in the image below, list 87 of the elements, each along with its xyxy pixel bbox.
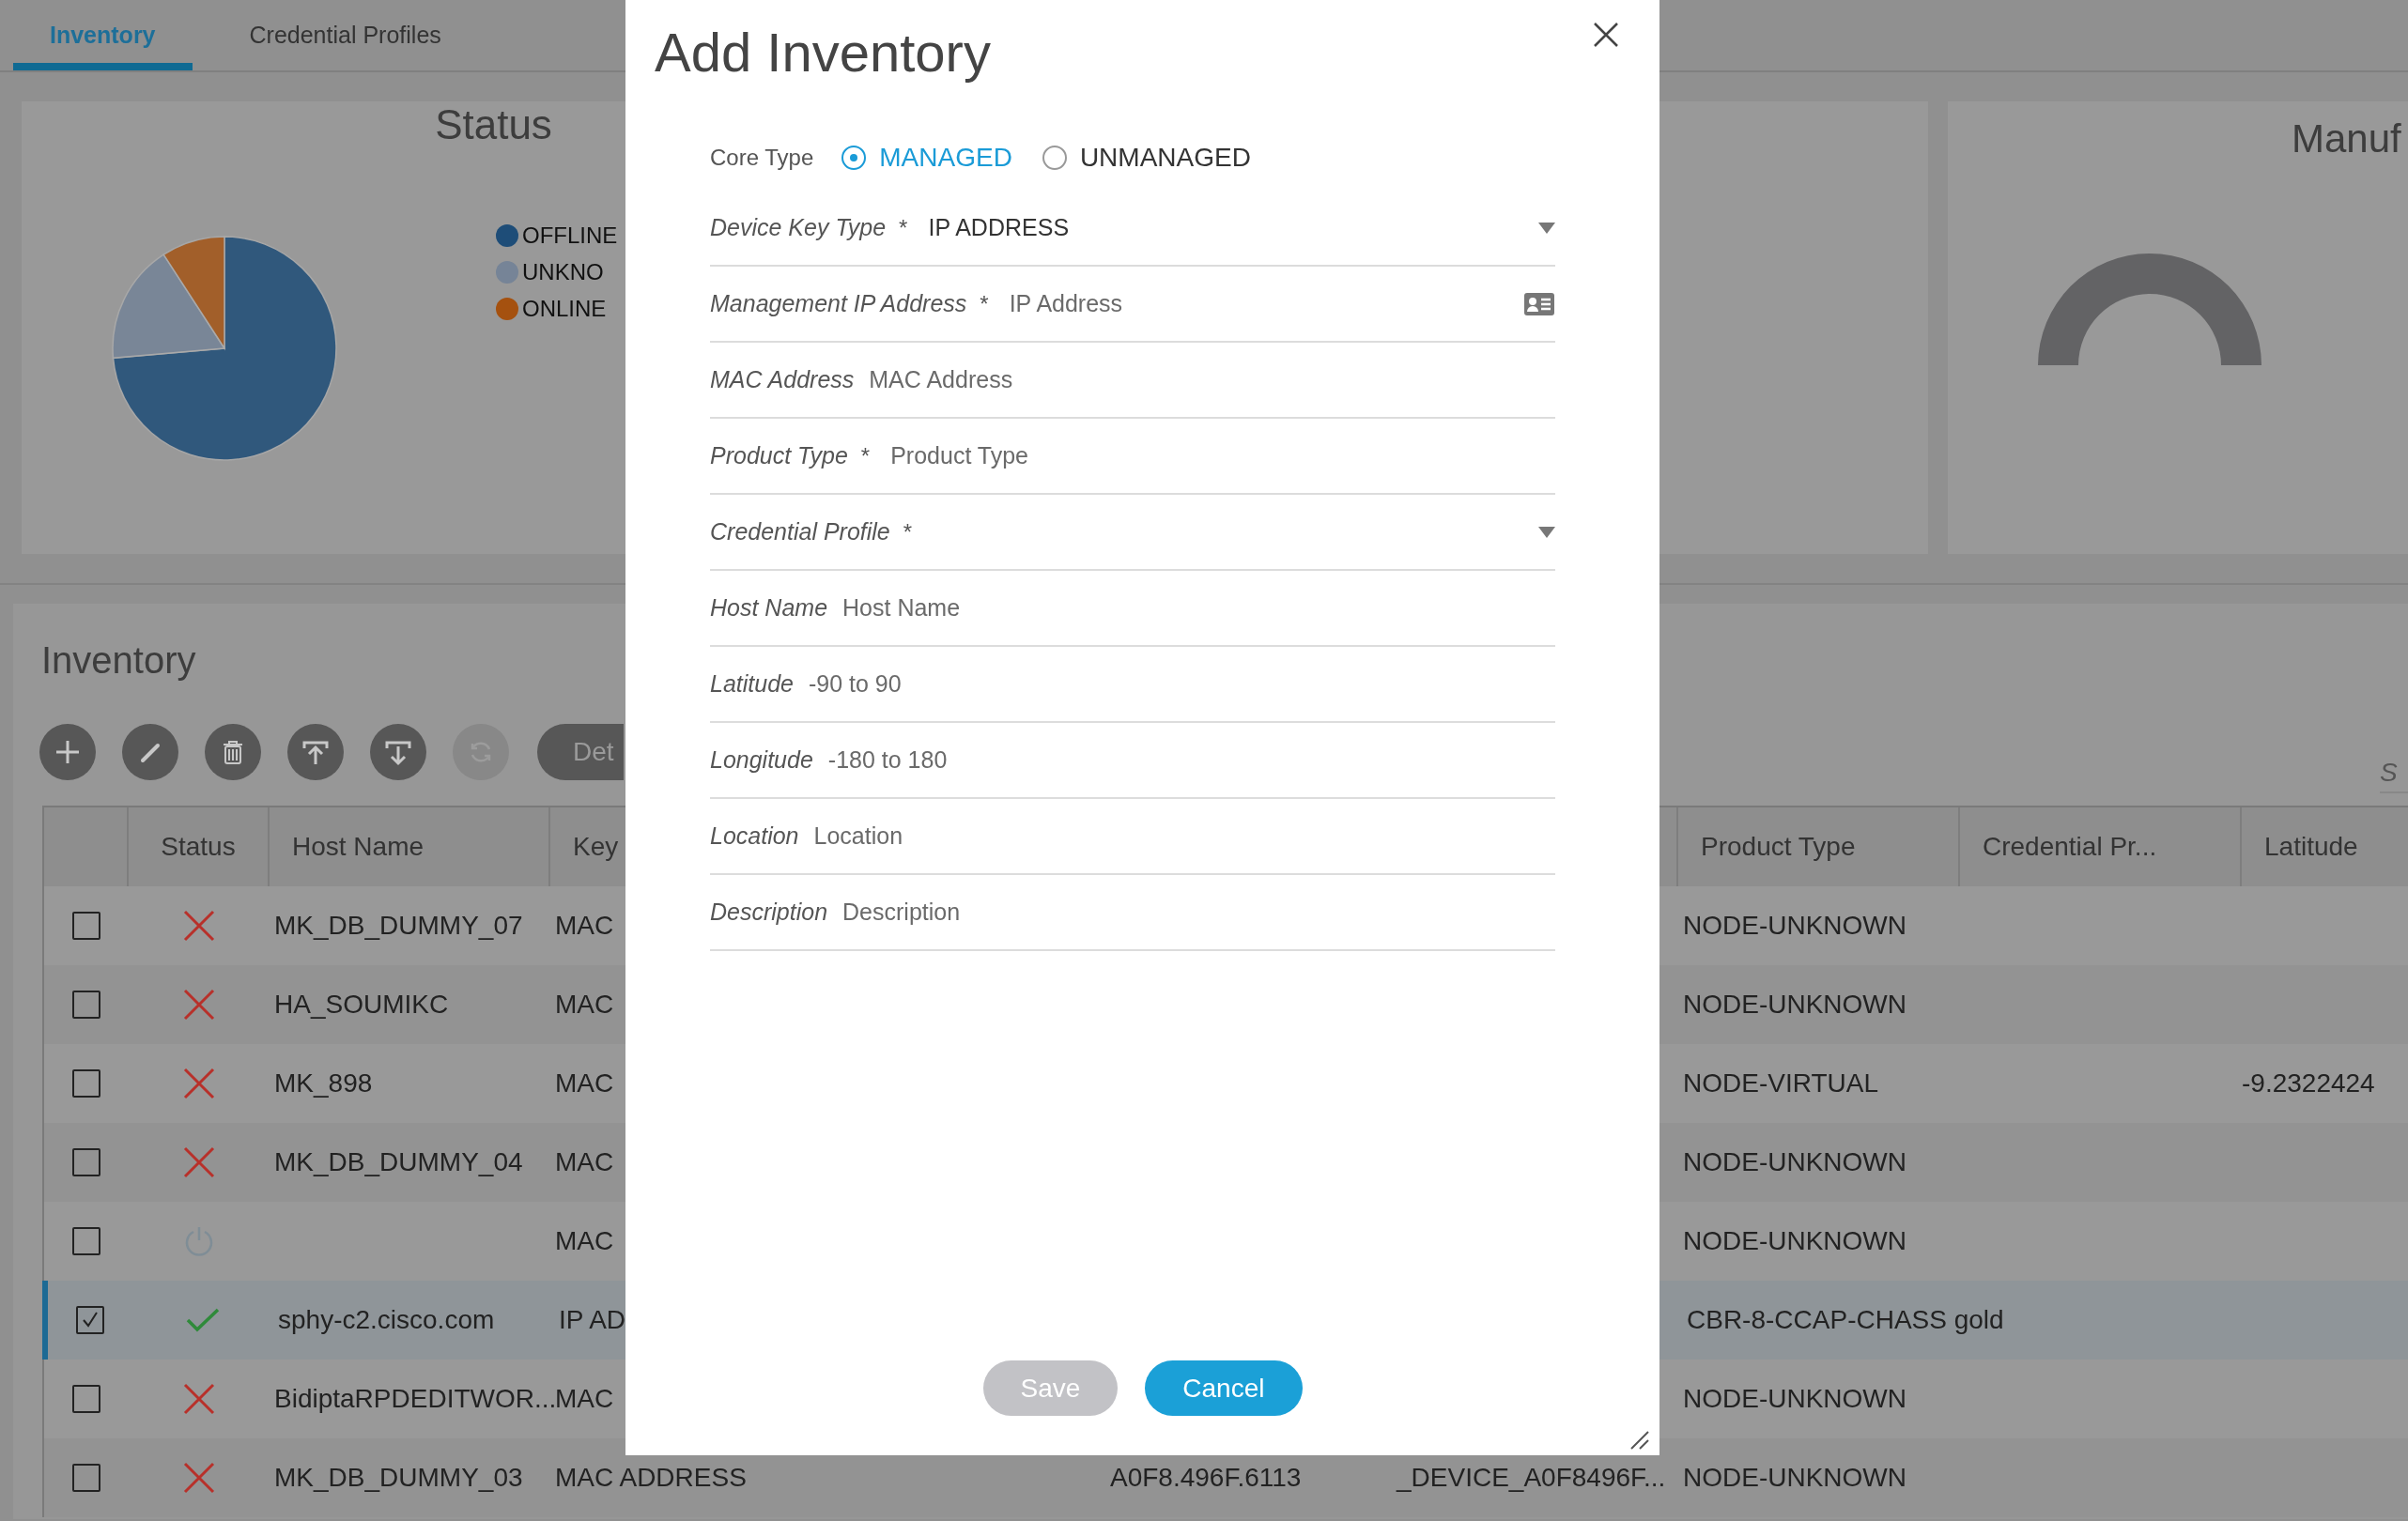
input-field[interactable]: Location bbox=[813, 822, 1555, 850]
column-header[interactable]: Product Type bbox=[1701, 832, 1856, 862]
table-cell: MAC ADDRESS bbox=[555, 1463, 747, 1493]
close-button[interactable] bbox=[1592, 21, 1620, 49]
table-cell: MAC bbox=[555, 1068, 614, 1098]
check-icon bbox=[81, 1311, 100, 1329]
checkbox[interactable] bbox=[72, 1148, 100, 1176]
table-cell: BidiptaRPDEDITWOR... bbox=[274, 1384, 557, 1414]
field-label: Host Name bbox=[710, 594, 828, 622]
table-cell: MAC bbox=[555, 1384, 614, 1414]
field-label: Description bbox=[710, 899, 828, 926]
dialog-title: Add Inventory bbox=[655, 21, 991, 84]
input-field[interactable]: Description bbox=[842, 899, 1555, 926]
card-title: Status bbox=[435, 101, 552, 149]
field-label: Core Type bbox=[710, 145, 814, 171]
dropdown[interactable]: IP ADDRESS bbox=[928, 208, 1555, 247]
table-cell: NODE-UNKNOWN bbox=[1683, 1226, 1906, 1256]
table-cell: _DEVICE_A0F8496F... bbox=[1397, 1463, 1666, 1493]
close-icon bbox=[1592, 21, 1620, 49]
table-cell: MK_DB_DUMMY_04 bbox=[274, 1147, 523, 1177]
caret-icon bbox=[1538, 526, 1555, 538]
input-field[interactable]: MAC Address bbox=[869, 366, 1555, 393]
checkbox[interactable] bbox=[76, 1306, 104, 1334]
table-cell: MAC bbox=[555, 990, 614, 1020]
column-header[interactable]: Status bbox=[161, 832, 236, 862]
input-field[interactable]: -90 to 90 bbox=[808, 670, 1555, 698]
details-button[interactable]: Det bbox=[537, 723, 624, 780]
caret-icon bbox=[1538, 222, 1555, 234]
table-cell: sphy-c2.cisco.com bbox=[278, 1305, 495, 1335]
checkbox[interactable] bbox=[72, 991, 100, 1019]
table-cell: NODE-UNKNOWN bbox=[1683, 990, 1906, 1020]
field-label: Longitude bbox=[710, 746, 813, 774]
required-mark: * bbox=[860, 442, 871, 469]
column-header[interactable]: Latitude bbox=[2264, 832, 2358, 862]
table-cell: MK_898 bbox=[274, 1068, 373, 1098]
field-label: Credential Profile bbox=[710, 518, 890, 545]
table-cell: CBR-8-CCAP-CHASS gold bbox=[1687, 1305, 2004, 1335]
table-cell: MK_DB_DUMMY_07 bbox=[274, 911, 523, 941]
input-field[interactable]: Product Type bbox=[890, 442, 1555, 469]
legend-label: UNKNO bbox=[522, 259, 604, 285]
table-cell: MK_DB_DUMMY_03 bbox=[274, 1463, 523, 1493]
radio-circle[interactable] bbox=[1042, 146, 1067, 170]
field-label: Latitude bbox=[710, 670, 794, 698]
table-cell: IP AD bbox=[559, 1305, 626, 1335]
column-header[interactable]: Key bbox=[573, 832, 619, 862]
checkbox[interactable] bbox=[72, 1227, 100, 1255]
required-mark: * bbox=[899, 214, 908, 241]
field-label: Device Key Type bbox=[710, 214, 887, 241]
column-header[interactable]: Credential Pr... bbox=[1983, 832, 2157, 862]
field-label: MAC Address bbox=[710, 366, 855, 393]
table-cell: HA_SOUMIKC bbox=[274, 990, 449, 1020]
table-cell: MAC bbox=[555, 1147, 614, 1177]
required-mark: * bbox=[980, 290, 989, 317]
checkbox[interactable] bbox=[72, 912, 100, 940]
checkbox[interactable] bbox=[72, 1069, 100, 1098]
field-label: Location bbox=[710, 822, 799, 850]
column-header[interactable]: Host Name bbox=[292, 832, 424, 862]
input-field[interactable]: Host Name bbox=[842, 594, 1555, 622]
card-title: Manuf bbox=[2292, 115, 2401, 161]
tab[interactable]: Credential Profiles bbox=[212, 0, 478, 70]
contact-card-icon[interactable] bbox=[1523, 291, 1555, 316]
input-field[interactable]: -180 to 180 bbox=[827, 746, 1555, 774]
radio-option[interactable]: UNMANAGED bbox=[1042, 143, 1251, 173]
table-cell: NODE-UNKNOWN bbox=[1683, 1384, 1906, 1414]
cancel-button[interactable]: Cancel bbox=[1145, 1360, 1303, 1416]
table-cell: MAC bbox=[555, 911, 614, 941]
legend-label: OFFLINE bbox=[522, 223, 618, 249]
table-cell: A0F8.496F.6113 bbox=[1110, 1463, 1302, 1493]
table-cell: -9.2322424 bbox=[2242, 1068, 2375, 1098]
search-field[interactable]: S bbox=[2380, 754, 2408, 793]
table-cell: NODE-VIRTUAL bbox=[1683, 1068, 1878, 1098]
section-title: Inventory bbox=[40, 638, 196, 683]
field-label: Management IP Address bbox=[710, 290, 967, 317]
field-label: Product Type bbox=[710, 442, 848, 469]
radio-circle[interactable] bbox=[841, 146, 867, 170]
legend-label: ONLINE bbox=[522, 296, 607, 322]
input-field[interactable]: IP Address bbox=[1009, 290, 1508, 317]
table-row[interactable]: MK_DB_DUMMY_03 MAC ADDRESS A0F8.496F.6113 _DEVICE_A0F8496F... NODE-UNKNOWN bbox=[44, 1438, 2408, 1517]
checkbox[interactable] bbox=[72, 1385, 100, 1413]
resize-grip-icon[interactable] bbox=[1629, 1430, 1650, 1451]
table-cell: NODE-UNKNOWN bbox=[1683, 911, 1906, 941]
table-cell: NODE-UNKNOWN bbox=[1683, 1463, 1906, 1493]
radio-option[interactable]: MANAGED bbox=[841, 143, 1012, 173]
table-cell: NODE-UNKNOWN bbox=[1683, 1147, 1906, 1177]
checkbox[interactable] bbox=[72, 1464, 100, 1492]
required-mark: * bbox=[903, 518, 913, 545]
table-cell: MAC bbox=[555, 1226, 614, 1256]
